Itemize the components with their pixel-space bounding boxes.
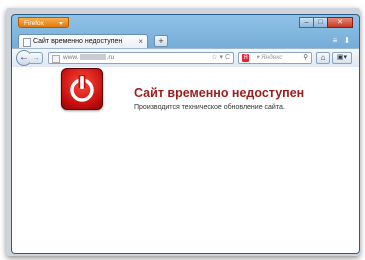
firefox-menu-button[interactable]: Firefox — [18, 17, 69, 28]
page-icon — [23, 38, 31, 47]
url-prefix: www. — [63, 54, 79, 61]
search-placeholder: ▾ Яндекс — [256, 54, 283, 61]
home-button[interactable]: ⌂ — [316, 52, 330, 64]
new-tab-button[interactable]: + — [154, 35, 168, 47]
forward-button[interactable]: → — [30, 52, 43, 64]
download-icon[interactable]: ⬇ — [343, 36, 351, 45]
browser-window: Firefox – □ ✕ Сайт временно недоступен ×… — [11, 14, 360, 254]
search-icon[interactable]: ⚲ — [303, 53, 308, 63]
maximize-button[interactable]: □ — [313, 17, 328, 28]
search-box[interactable]: Я ▾ Яндекс ⚲ — [238, 52, 312, 64]
url-bar[interactable]: www. .ru ☆ ▾ C — [48, 52, 234, 64]
error-title: Сайт временно недоступен — [134, 86, 305, 100]
navigation-toolbar: ← → www. .ru ☆ ▾ C Я ▾ Яндекс ⚲ ⌂ ▣▾ — [12, 48, 359, 68]
bookmarks-menu-button[interactable]: ▣▾ — [332, 52, 352, 64]
chevron-down-icon — [59, 22, 63, 25]
list-all-tabs-icon[interactable]: ≡ — [331, 36, 339, 45]
url-bar-icons[interactable]: ☆ ▾ C — [211, 53, 230, 63]
tabstrip-icons: ≡ ⬇ — [331, 36, 351, 45]
error-message: Производится техническое обновление сайт… — [134, 104, 285, 111]
close-window-button[interactable]: ✕ — [327, 17, 353, 28]
site-identity-icon[interactable] — [52, 55, 60, 63]
url-text: www. .ru — [63, 53, 114, 63]
tab-close-button[interactable]: × — [138, 35, 143, 48]
tab-strip: Сайт временно недоступен × + ≡ ⬇ — [18, 34, 353, 48]
power-icon — [61, 68, 103, 110]
tab-title: Сайт временно недоступен — [33, 38, 123, 45]
tab-active[interactable]: Сайт временно недоступен × — [18, 34, 148, 48]
minimize-button[interactable]: – — [299, 17, 314, 28]
url-suffix: .ru — [106, 54, 115, 61]
yandex-icon[interactable]: Я — [242, 54, 249, 62]
firefox-menu-label: Firefox — [24, 20, 44, 27]
window-shadow: Firefox – □ ✕ Сайт временно недоступен ×… — [6, 8, 360, 256]
window-controls: – □ ✕ — [299, 17, 353, 28]
url-redacted — [79, 54, 106, 61]
